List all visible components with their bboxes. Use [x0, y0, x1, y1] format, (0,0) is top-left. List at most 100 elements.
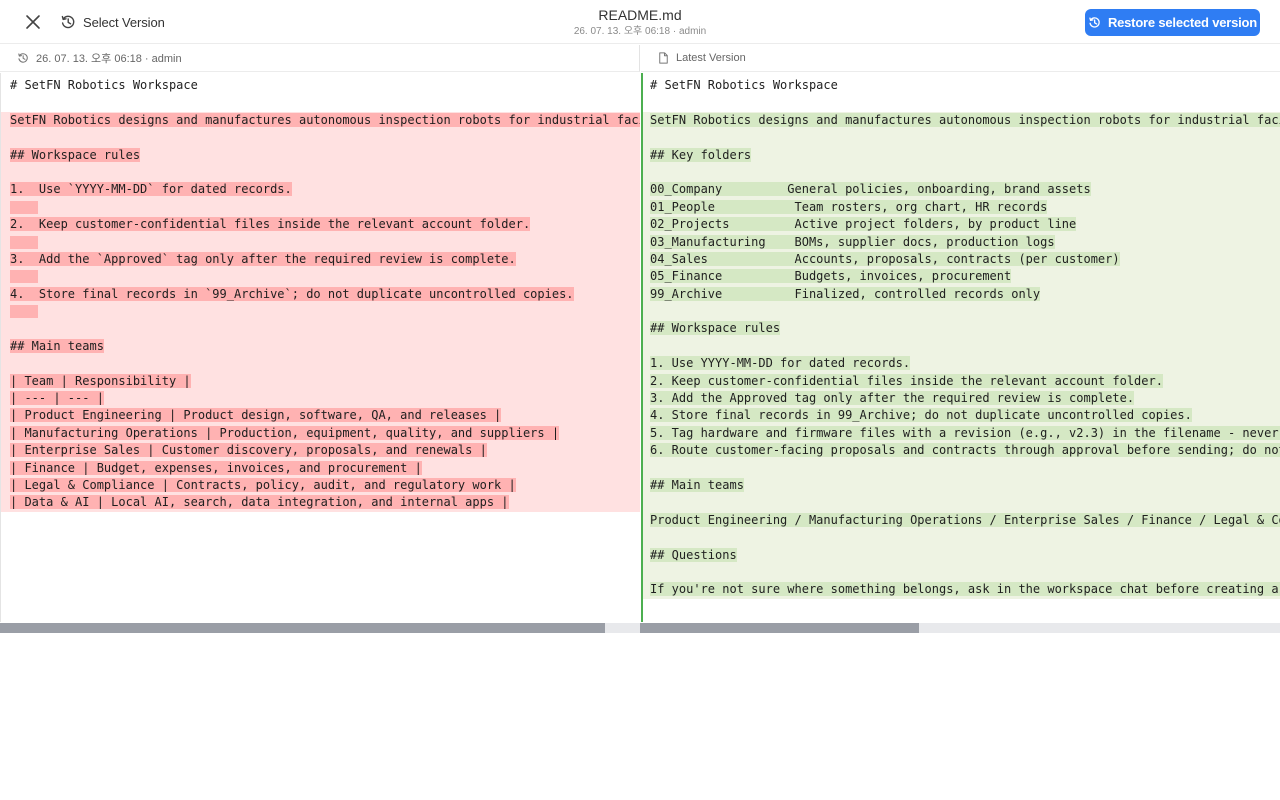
right-horizontal-scrollbar[interactable]	[640, 623, 1280, 633]
code-line-text: 1. Use `YYYY-MM-DD` for dated records.	[10, 182, 292, 197]
left-scroll-thumb[interactable]	[0, 623, 605, 633]
code-line: 4. Store final records in 99_Archive; do…	[643, 407, 1280, 425]
close-icon	[26, 15, 40, 29]
code-line	[643, 129, 1280, 147]
document-icon	[659, 52, 668, 64]
code-line: | Team | Responsibility |	[1, 372, 640, 391]
right-scroll-thumb[interactable]	[640, 623, 919, 633]
history-icon	[18, 53, 28, 63]
deleted-empty-line-marker	[10, 270, 38, 284]
left-horizontal-scrollbar[interactable]	[0, 623, 640, 633]
code-line-text: ## Workspace rules	[10, 147, 141, 162]
code-line: ## Main teams	[1, 337, 640, 356]
code-line-text: ## Main teams	[10, 338, 104, 353]
deleted-empty-line-marker	[10, 305, 38, 319]
code-line: | --- | --- |	[1, 390, 640, 408]
right-diff-pane[interactable]: # SetFN Robotics Workspace SetFN Robotic…	[641, 73, 1280, 622]
code-line	[1, 268, 640, 286]
code-line: 99_Archive Finalized, controlled records…	[643, 285, 1280, 304]
code-line	[643, 529, 1280, 547]
code-line: ## Workspace rules	[643, 320, 1280, 338]
code-line: 2. Keep customer-confidential files insi…	[643, 372, 1280, 391]
code-line-text: ## Workspace rules	[650, 321, 781, 336]
close-button[interactable]	[20, 10, 46, 34]
code-line: 05_Finance Budgets, invoices, procuremen…	[643, 268, 1280, 286]
left-code-block: # SetFN Robotics Workspace SetFN Robotic…	[1, 73, 640, 512]
code-line: 02_Projects Active project folders, by p…	[643, 216, 1280, 234]
code-line: 2. Keep customer-confidential files insi…	[1, 216, 640, 234]
code-line: | Data & AI | Local AI, search, data int…	[1, 494, 640, 512]
right-pane-header-label: Latest Version	[676, 52, 746, 64]
code-line: | Legal & Compliance | Contracts, policy…	[1, 476, 640, 495]
code-line	[643, 163, 1280, 182]
select-version-button[interactable]: Select Version	[60, 12, 165, 32]
code-line: 00_Company General policies, onboarding,…	[643, 181, 1280, 199]
file-meta: 26. 07. 13. 오후 06:18 · admin	[573, 26, 707, 37]
code-line-text: | --- | --- |	[10, 391, 104, 406]
code-line-text: | Data & AI | Local AI, search, data int…	[10, 495, 509, 510]
restore-version-button[interactable]: Restore selected version	[1085, 9, 1260, 36]
code-line-text: SetFN Robotics designs and manufactures …	[650, 112, 1280, 127]
code-line: 04_Sales Accounts, proposals, contracts …	[643, 250, 1280, 269]
code-line-text: | Team | Responsibility |	[10, 373, 191, 388]
code-line-text: ## Questions	[650, 547, 737, 562]
code-line-text: SetFN Robotics designs and manufactures …	[10, 112, 640, 127]
code-line-text: 02_Projects Active project folders, by p…	[650, 217, 1077, 232]
code-line-text: 2. Keep customer-confidential files insi…	[650, 373, 1163, 388]
code-line-text: If you're not sure where something belon…	[650, 582, 1280, 597]
code-line	[1, 355, 640, 373]
code-line: 6. Route customer-facing proposals and c…	[643, 442, 1280, 460]
code-line: ## Questions	[643, 546, 1280, 564]
code-line: 01_People Team rosters, org chart, HR re…	[643, 198, 1280, 217]
left-pane-header-label: 26. 07. 13. 오후 06:18 · admin	[36, 53, 182, 65]
code-line-text: 3. Add the `Approved` tag only after the…	[10, 251, 516, 266]
code-line	[1, 233, 640, 251]
code-line: ## Key folders	[643, 146, 1280, 164]
top-bar: Select Version README.md 26. 07. 13. 오후 …	[0, 0, 1280, 44]
history-icon	[61, 15, 75, 29]
code-line-text: 2. Keep customer-confidential files insi…	[10, 217, 531, 232]
file-title-block: README.md 26. 07. 13. 오후 06:18 · admin	[440, 6, 840, 39]
code-line	[643, 337, 1280, 356]
code-line-text: | Product Engineering | Product design, …	[10, 408, 502, 423]
code-line: 3. Add the `Approved` tag only after the…	[1, 250, 640, 269]
deleted-empty-line-marker	[10, 235, 38, 249]
right-code-block: # SetFN Robotics Workspace SetFN Robotic…	[643, 73, 1280, 599]
code-line: | Manufacturing Operations | Production,…	[1, 424, 640, 443]
code-line: SetFN Robotics designs and manufactures …	[643, 111, 1280, 130]
code-line	[643, 494, 1280, 512]
code-line: ## Workspace rules	[1, 146, 640, 164]
code-line-text: 5. Tag hardware and firmware files with …	[650, 425, 1280, 440]
code-line: # SetFN Robotics Workspace	[10, 77, 640, 94]
code-line-text: 01_People Team rosters, org chart, HR re…	[650, 199, 1048, 214]
code-line: | Enterprise Sales | Customer discovery,…	[1, 442, 640, 460]
code-line-text: # SetFN Robotics Workspace	[650, 78, 838, 92]
code-line-text: 04_Sales Accounts, proposals, contracts …	[650, 251, 1120, 266]
code-line: If you're not sure where something belon…	[643, 581, 1280, 599]
left-diff-pane[interactable]: # SetFN Robotics Workspace SetFN Robotic…	[0, 73, 640, 622]
code-line-text: 05_Finance Budgets, invoices, procuremen…	[650, 269, 1012, 284]
code-line: | Finance | Budget, expenses, invoices, …	[1, 459, 640, 477]
left-pane-header: 26. 07. 13. 오후 06:18 · admin	[0, 45, 640, 72]
code-line	[643, 303, 1280, 321]
code-line: 1. Use YYYY-MM-DD for dated records.	[643, 355, 1280, 373]
code-line-text: | Manufacturing Operations | Production,…	[10, 425, 560, 440]
code-line-text: 00_Company General policies, onboarding,…	[650, 182, 1091, 197]
code-line-text: ## Main teams	[650, 477, 744, 492]
select-version-label: Select Version	[83, 14, 165, 30]
code-line-text: 99_Archive Finalized, controlled records…	[650, 286, 1041, 301]
code-line: 1. Use `YYYY-MM-DD` for dated records.	[1, 181, 640, 199]
code-line-text: Product Engineering / Manufacturing Oper…	[650, 512, 1280, 527]
code-line-text: 03_Manufacturing BOMs, supplier docs, pr…	[650, 234, 1055, 249]
restore-label: Restore selected version	[1107, 15, 1258, 30]
code-line-text: | Legal & Compliance | Contracts, policy…	[10, 477, 516, 492]
code-line: SetFN Robotics designs and manufactures …	[1, 111, 640, 130]
code-line	[1, 129, 640, 147]
code-line	[1, 320, 640, 338]
code-line	[643, 563, 1280, 582]
code-line-text: | Enterprise Sales | Customer discovery,…	[10, 443, 487, 458]
code-line-text: 3. Add the Approved tag only after the r…	[650, 391, 1135, 406]
right-pane-header: Latest Version	[641, 45, 1280, 72]
